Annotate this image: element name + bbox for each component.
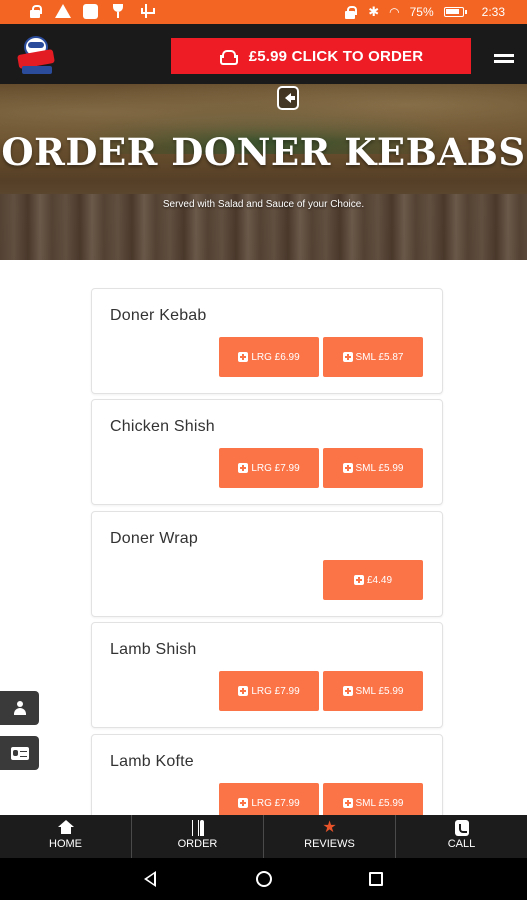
- plus-icon: [353, 575, 364, 585]
- system-icons: ✱ ◠ 75% 2:33: [342, 4, 505, 20]
- app-notification-icon: [83, 3, 98, 19]
- small-price: SML £5.87: [355, 351, 404, 363]
- tab-order[interactable]: ORDER: [132, 815, 264, 858]
- bluetooth-icon: ✱: [368, 4, 380, 19]
- order-button-label: £5.99 CLICK TO ORDER: [248, 47, 424, 65]
- plus-icon: [342, 352, 353, 362]
- small-price: SML £5.99: [355, 797, 404, 809]
- add-item-button[interactable]: £4.49: [323, 560, 423, 600]
- plus-icon: [342, 798, 353, 808]
- home-circle-icon[interactable]: [256, 871, 272, 887]
- home-icon: [57, 820, 74, 834]
- contact-card-button[interactable]: [0, 736, 39, 770]
- large-price: LRG £7.99: [251, 685, 300, 697]
- basket-icon: [219, 49, 238, 65]
- click-to-order-button[interactable]: £5.99 CLICK TO ORDER: [171, 38, 471, 74]
- arrow-left-icon: [285, 93, 295, 103]
- recents-square-icon[interactable]: [369, 872, 383, 886]
- add-small-button[interactable]: SML £5.99: [323, 671, 423, 711]
- trophy-icon: [110, 3, 126, 19]
- lock-icon: [27, 3, 43, 19]
- tab-call[interactable]: CALL: [396, 815, 527, 858]
- battery-icon: [443, 7, 467, 17]
- contact-card-icon: [10, 746, 29, 760]
- menu-item-card: Lamb Shish LRG £7.99 SML £5.99: [91, 622, 443, 728]
- lock-icon: [342, 4, 358, 20]
- account-button[interactable]: [0, 691, 39, 725]
- plus-icon: [342, 686, 353, 696]
- back-button[interactable]: [277, 86, 299, 110]
- plus-icon: [238, 686, 249, 696]
- plus-icon: [238, 463, 249, 473]
- notification-icons: [27, 3, 155, 19]
- add-small-button[interactable]: SML £5.87: [323, 337, 423, 377]
- status-bar: ✱ ◠ 75% 2:33: [0, 0, 527, 24]
- add-large-button[interactable]: LRG £6.99: [219, 337, 319, 377]
- page-subtitle: Served with Salad and Sauce of your Choi…: [162, 199, 365, 210]
- menu-item-name: Doner Wrap: [110, 530, 198, 547]
- person-icon: [13, 701, 26, 715]
- logo-subbanner: [22, 66, 52, 74]
- menu-item-card: Chicken Shish LRG £7.99 SML £5.99: [91, 399, 443, 505]
- menu-item-name: Doner Kebab: [110, 307, 207, 324]
- warning-icon: [55, 4, 71, 18]
- page-title: ORDER DONER KEBABS: [1, 130, 526, 174]
- large-price: LRG £7.99: [251, 797, 300, 809]
- wifi-icon: ◠: [389, 5, 400, 19]
- menu-item-name: Lamb Kofte: [110, 753, 194, 770]
- tab-label: HOME: [49, 838, 82, 850]
- tab-label: CALL: [447, 838, 476, 850]
- phone-icon: [454, 820, 469, 836]
- plus-icon: [238, 352, 249, 362]
- hamburger-line: [494, 54, 514, 57]
- bottom-tab-bar: HOME ORDER ★ REVIEWS CALL: [0, 815, 527, 858]
- add-large-button[interactable]: LRG £7.99: [219, 671, 319, 711]
- plus-icon: [238, 798, 249, 808]
- menu-item-name: Lamb Shish: [110, 641, 197, 658]
- tab-home[interactable]: HOME: [0, 815, 132, 858]
- large-price: LRG £7.99: [251, 462, 300, 474]
- item-price: £4.49: [366, 574, 393, 586]
- plus-icon: [342, 463, 353, 473]
- usb-icon: [138, 3, 155, 19]
- large-price: LRG £6.99: [251, 351, 300, 363]
- menu-item-card: Doner Wrap £4.49: [91, 511, 443, 617]
- menu-item-card: Doner Kebab LRG £6.99 SML £5.87: [91, 288, 443, 394]
- restaurant-logo[interactable]: [17, 36, 55, 76]
- top-nav: £5.99 CLICK TO ORDER: [0, 24, 527, 84]
- fork-knife-icon: [191, 820, 205, 836]
- small-price: SML £5.99: [355, 462, 404, 474]
- menu-item-name: Chicken Shish: [110, 418, 215, 435]
- small-price: SML £5.99: [355, 685, 404, 697]
- system-nav-bar: [0, 858, 527, 900]
- menu-toggle-button[interactable]: [494, 54, 514, 68]
- add-small-button[interactable]: SML £5.99: [323, 448, 423, 488]
- back-triangle-icon[interactable]: [144, 871, 156, 887]
- tab-label: ORDER: [177, 838, 218, 850]
- clock: 2:33: [481, 5, 505, 19]
- tab-reviews[interactable]: ★ REVIEWS: [264, 815, 396, 858]
- battery-percent: 75%: [409, 5, 434, 19]
- star-icon: ★: [322, 819, 337, 836]
- hamburger-line: [494, 60, 514, 63]
- add-large-button[interactable]: LRG £7.99: [219, 448, 319, 488]
- tab-label: REVIEWS: [304, 838, 355, 850]
